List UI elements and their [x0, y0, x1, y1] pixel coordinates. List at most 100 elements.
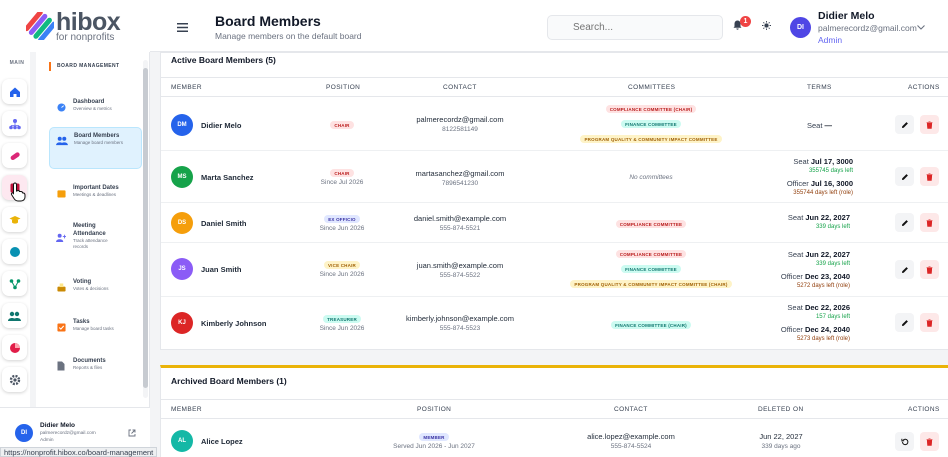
contact-email[interactable]: kimberly.johnson@example.com	[406, 314, 514, 323]
term-label: Seat	[787, 213, 804, 222]
rail-org-button[interactable]	[2, 111, 27, 136]
header-user-name: Didier Melo	[818, 10, 875, 22]
edit-button[interactable]	[895, 260, 914, 279]
delete-button[interactable]	[920, 167, 939, 186]
committee-badge: FINANCE COMMITTEE (CHAIR)	[611, 321, 691, 329]
sidebar-scrollbar[interactable]	[143, 60, 148, 398]
menu-section-header: BOARD MANAGEMENT	[49, 62, 120, 71]
position-badge: CHAIR	[330, 169, 354, 177]
archived-members-title: Archived Board Members (1)	[171, 376, 287, 386]
table-row[interactable]: KJ Kimberly Johnson TREASURER Since Jun 2…	[161, 297, 948, 349]
delete-button[interactable]	[920, 260, 939, 279]
trash-icon	[926, 120, 933, 129]
contact-cell: juan.smith@example.com 555-874-5522	[410, 261, 510, 279]
menu-item-subtitle: Manage board tasks	[73, 326, 114, 331]
position-since: Since Jun 2026	[319, 225, 365, 232]
delete-button[interactable]	[920, 213, 939, 232]
table-row[interactable]: JS Juan Smith VICE CHAIR Since Jun 2026 j…	[161, 243, 948, 297]
menu-item-meeting-attendance[interactable]: Meeting Attendance Track attendance recor…	[49, 218, 142, 254]
term-value: —	[824, 121, 833, 130]
gauge-icon	[55, 101, 67, 113]
position-cell: CHAIR Since Jul 2026	[292, 169, 392, 186]
header-avatar[interactable]: DI	[790, 17, 811, 38]
term-label: Seat	[806, 121, 823, 130]
rail-network-button[interactable]	[2, 271, 27, 296]
contact-email[interactable]: alice.lopez@example.com	[587, 432, 675, 441]
menu-item-subtitle: Overview & metrics	[73, 106, 112, 111]
member-name: Didier Melo	[201, 121, 242, 130]
menu-item-dashboard[interactable]: Dashboard Overview & metrics	[49, 94, 142, 117]
position-since: Since Jul 2026	[320, 179, 364, 186]
edit-button[interactable]	[895, 213, 914, 232]
term-days-left: 355744 days left (role)	[793, 189, 853, 196]
mouse-cursor-icon	[10, 182, 26, 202]
avatar: AL	[171, 430, 193, 452]
menu-item-tasks[interactable]: Tasks Manage board tasks	[49, 314, 142, 337]
menu-item-board-members[interactable]: Board Members Manage board members	[49, 127, 142, 169]
table-row[interactable]: MS Marta Sanchez CHAIR Since Jul 2026 mar…	[161, 151, 948, 203]
contact-cell: daniel.smith@example.com 555-874-5521	[410, 214, 510, 232]
sidebar-scrollbar-thumb[interactable]	[143, 68, 148, 388]
contact-phone: 8122581149	[442, 126, 478, 133]
delete-button[interactable]	[920, 115, 939, 134]
sidebar-user-role: Admin	[40, 438, 54, 443]
search-input[interactable]	[547, 15, 723, 40]
globe-icon	[9, 246, 20, 257]
rail-donate-button[interactable]	[2, 143, 27, 168]
table-row[interactable]: DM Didier Melo CHAIR palmerecordz@gmail.…	[161, 99, 948, 151]
contact-email[interactable]: daniel.smith@example.com	[414, 214, 506, 223]
menu-item-voting[interactable]: Voting Votes & decisions	[49, 274, 142, 297]
terms-cell: Seat Dec 22, 2026 157 days left Officer …	[761, 303, 850, 344]
org-chart-icon	[8, 118, 21, 129]
contact-email[interactable]: palmerecordz@gmail.com	[416, 115, 503, 124]
rail-home-button[interactable]	[2, 79, 27, 104]
people-icon	[56, 135, 68, 147]
sun-icon[interactable]	[762, 21, 771, 30]
icon-rail: MAIN	[0, 52, 30, 407]
col-actions: ACTIONS	[908, 84, 940, 91]
rail-reports-button[interactable]	[2, 335, 27, 360]
avatar: DI	[15, 424, 33, 442]
term-value: Dec 24, 2040	[804, 325, 850, 334]
graduation-cap-icon	[9, 215, 20, 224]
term-label: Officer	[780, 325, 803, 334]
delete-button[interactable]	[920, 432, 939, 451]
rail-people-button[interactable]	[2, 303, 27, 328]
edit-button[interactable]	[895, 313, 914, 332]
hamburger-menu-icon[interactable]	[177, 23, 188, 32]
menu-item-title: Important Dates	[73, 185, 119, 191]
menu-item-title: Board Members	[74, 133, 120, 139]
trash-icon	[926, 218, 933, 227]
restore-button[interactable]	[895, 432, 914, 451]
status-bar-url: https://nonprofit.hibox.co/board-managem…	[0, 447, 158, 457]
brand-logo[interactable]: hibox for nonprofits	[0, 0, 150, 52]
table-row[interactable]: AL Alice Lopez MEMBER Served Jun 2026 - J…	[161, 420, 948, 457]
menu-item-documents[interactable]: Documents Reports & files	[49, 353, 142, 376]
member-name: Marta Sanchez	[201, 173, 254, 182]
document-icon	[55, 360, 67, 372]
edit-button[interactable]	[895, 115, 914, 134]
contact-cell: martasanchez@gmail.com 7896541230	[410, 169, 510, 187]
contact-email[interactable]: juan.smith@example.com	[417, 261, 503, 270]
contact-phone: 555-874-5524	[610, 443, 652, 450]
committees-cell: FINANCE COMMITTEE (CHAIR)	[531, 321, 771, 329]
terms-cell: Seat —	[761, 121, 832, 130]
contact-email[interactable]: martasanchez@gmail.com	[416, 169, 505, 178]
chevron-down-icon[interactable]	[917, 25, 925, 30]
menu-item-important-dates[interactable]: Important Dates Meetings & deadlines	[49, 180, 142, 203]
rail-settings-button[interactable]	[2, 367, 27, 392]
rail-education-button[interactable]	[2, 207, 27, 232]
edit-button[interactable]	[895, 167, 914, 186]
delete-button[interactable]	[920, 313, 939, 332]
position-cell: EX OFFICIO Since Jun 2026	[292, 215, 392, 232]
user-add-icon	[55, 231, 67, 243]
brand-tagline: for nonprofits	[56, 31, 115, 43]
position-cell: VICE CHAIR Since Jun 2026	[292, 261, 392, 278]
term-days-left: 5272 days left (role)	[796, 282, 850, 289]
table-row[interactable]: DS Daniel Smith EX OFFICIO Since Jun 2026…	[161, 203, 948, 243]
rail-global-button[interactable]	[2, 239, 27, 264]
menu-item-subtitle: Reports & files	[73, 365, 103, 370]
trash-icon	[926, 318, 933, 327]
trash-icon	[926, 437, 933, 446]
external-link-icon[interactable]	[128, 429, 136, 437]
